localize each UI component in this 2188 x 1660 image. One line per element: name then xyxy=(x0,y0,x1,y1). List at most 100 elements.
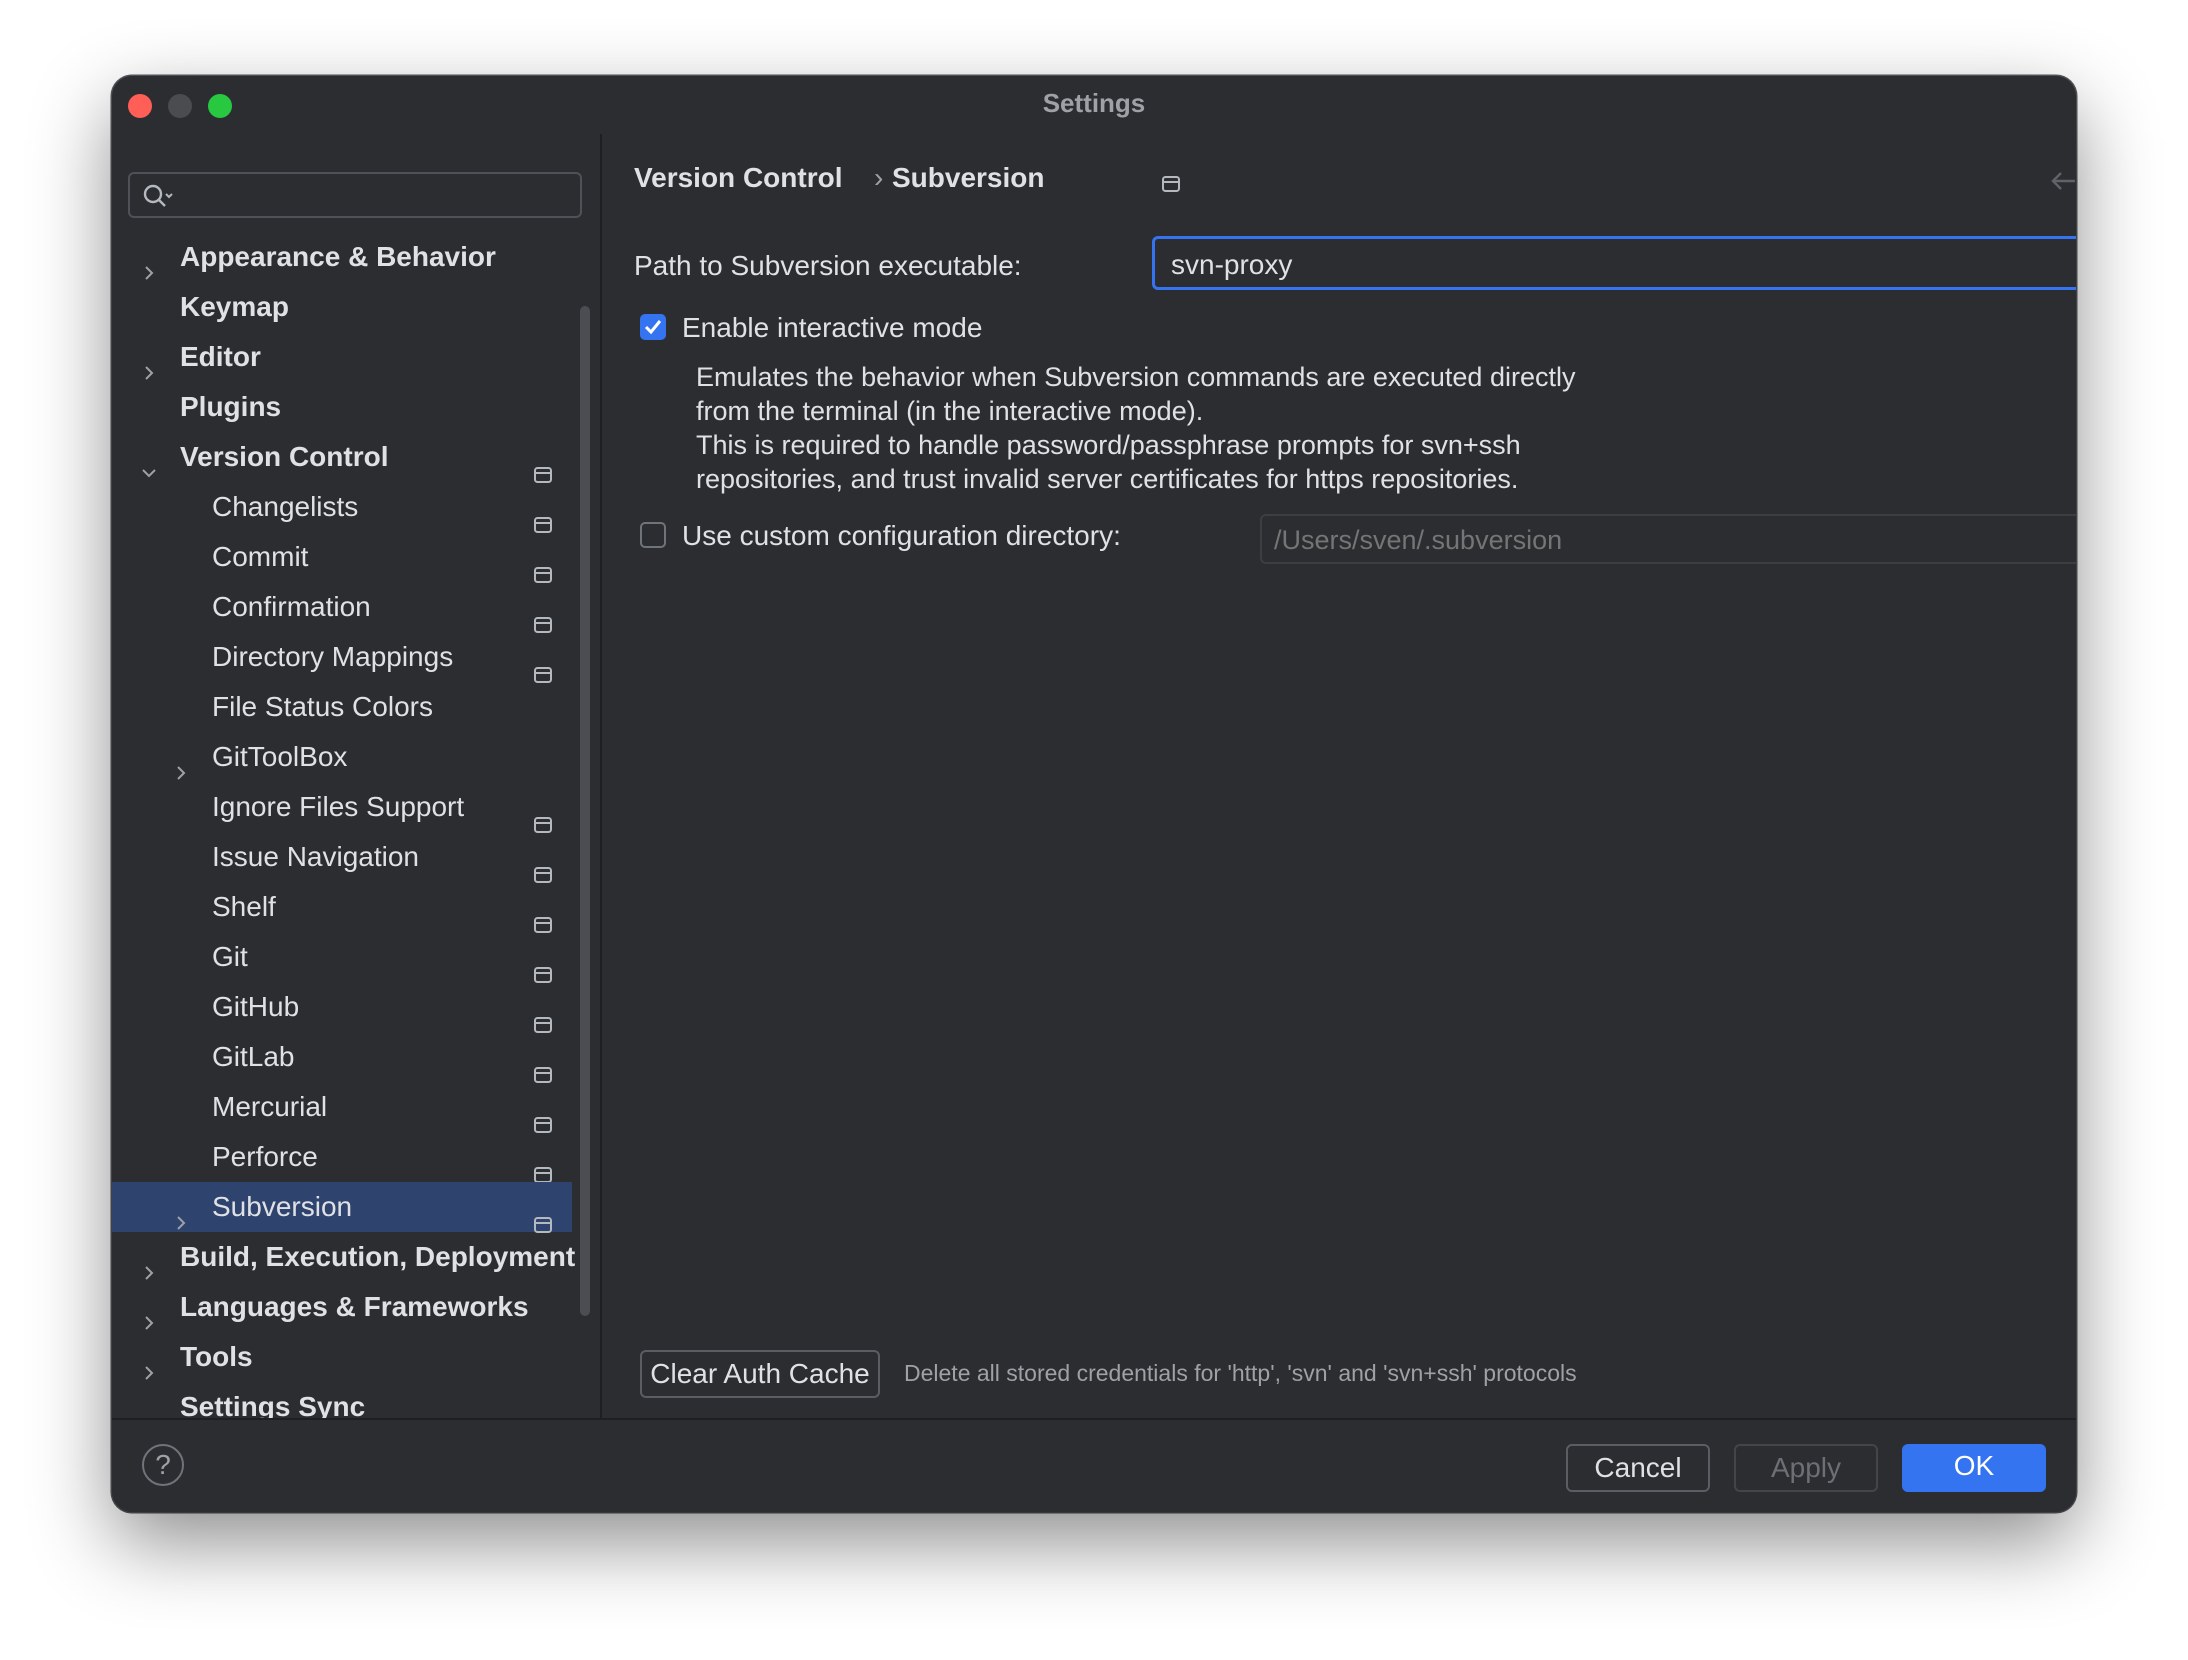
sidebar-item-mercurial[interactable]: Mercurial xyxy=(112,1082,572,1133)
apply-button[interactable]: Apply xyxy=(1734,1444,1878,1492)
config-dir-field[interactable] xyxy=(1260,514,2076,564)
sidebar-item-build-execution-deployment[interactable]: Build, Execution, Deployment xyxy=(112,1232,576,1282)
project-level-icon xyxy=(534,949,552,983)
help-button[interactable]: ? xyxy=(142,1444,184,1486)
sidebar-item-languages-frameworks[interactable]: Languages & Frameworks xyxy=(112,1282,572,1332)
sidebar-item-label: GitToolBox xyxy=(212,741,348,772)
sidebar-item-label: Issue Navigation xyxy=(212,841,420,872)
title-bar: Settings xyxy=(112,76,2076,134)
settings-tree: Appearance & Behavior Keymap Editor Plugins… xyxy=(112,232,576,1432)
dialog-footer: ? Cancel Apply OK xyxy=(112,1418,2076,1512)
sidebar-item-label: Shelf xyxy=(212,891,276,922)
clear-auth-cache-hint: Delete all stored credentials for 'http'… xyxy=(904,1360,1577,1386)
sidebar-item-label: Perforce xyxy=(212,1141,318,1172)
window-title: Settings xyxy=(1042,88,1146,118)
description-line: Emulates the behavior when Subversion co… xyxy=(696,362,1576,392)
sidebar-item-label: File Status Colors xyxy=(212,691,433,722)
config-dir-input[interactable] xyxy=(1272,520,2076,560)
sidebar-scrollbar[interactable] xyxy=(580,306,590,1316)
chevron-right-icon[interactable] xyxy=(172,748,190,780)
sidebar-item-label: Confirmation xyxy=(212,591,371,622)
sidebar-item-label: Build, Execution, Deployment xyxy=(180,1241,576,1272)
sidebar-item-label: Plugins xyxy=(180,391,282,422)
sidebar-item-tools[interactable]: Tools xyxy=(112,1332,572,1382)
sidebar-item-label: GitHub xyxy=(212,991,300,1022)
sidebar-item-label: Tools xyxy=(180,1341,253,1372)
sidebar-item-issue-navigation[interactable]: Issue Navigation xyxy=(112,832,572,883)
sidebar-item-label: Changelists xyxy=(212,491,359,522)
chevron-right-icon[interactable] xyxy=(140,348,158,380)
breadcrumb-subversion: Subversion xyxy=(892,162,1045,193)
project-level-icon xyxy=(534,1049,552,1083)
sidebar-item-file-status-colors[interactable]: File Status Colors xyxy=(112,682,572,732)
description-line: repositories, and trust invalid server c… xyxy=(696,464,1519,494)
project-level-icon xyxy=(534,599,552,633)
settings-search[interactable] xyxy=(128,172,582,218)
project-level-icon xyxy=(1162,176,1180,197)
chevron-right-icon[interactable] xyxy=(140,1298,158,1330)
custom-config-dir-label[interactable]: Use custom configuration directory: xyxy=(682,520,1121,552)
svn-path-field[interactable] xyxy=(1152,236,2076,290)
sidebar-item-label: Directory Mappings xyxy=(212,641,454,672)
chevron-down-icon[interactable] xyxy=(140,448,158,478)
chevron-right-icon[interactable] xyxy=(172,1198,190,1230)
sidebar-item-label: Ignore Files Support xyxy=(212,791,465,822)
sidebar-item-gittoolbox[interactable]: GitToolBox xyxy=(112,732,572,782)
sidebar-item-label: Commit xyxy=(212,541,309,572)
sidebar-item-label: Mercurial xyxy=(212,1091,328,1122)
project-level-icon xyxy=(534,849,552,883)
clear-auth-cache-button[interactable]: Clear Auth Cache xyxy=(640,1350,880,1398)
sidebar-item-ignore-files-support[interactable]: Ignore Files Support xyxy=(112,782,572,833)
sidebar-item-version-control[interactable]: Version Control xyxy=(112,432,572,483)
sidebar-item-label: Git xyxy=(212,941,248,972)
chevron-right-icon[interactable] xyxy=(140,1348,158,1380)
chevron-right-icon[interactable] xyxy=(140,248,158,280)
sidebar-item-directory-mappings[interactable]: Directory Mappings xyxy=(112,632,572,683)
sidebar-item-perforce[interactable]: Perforce xyxy=(112,1132,572,1183)
sidebar-item-gitlab[interactable]: GitLab xyxy=(112,1032,572,1083)
sidebar-item-label: Subversion xyxy=(212,1191,353,1222)
sidebar-item-appearance-behavior[interactable]: Appearance & Behavior xyxy=(112,232,572,282)
project-level-icon xyxy=(534,999,552,1033)
project-level-icon xyxy=(534,1149,552,1183)
sidebar-item-editor[interactable]: Editor xyxy=(112,332,572,382)
project-level-icon xyxy=(534,899,552,933)
ok-button[interactable]: OK xyxy=(1902,1444,2046,1492)
sidebar-item-plugins[interactable]: Plugins xyxy=(112,382,572,432)
breadcrumb-separator: › xyxy=(874,162,884,193)
project-level-icon xyxy=(534,449,552,483)
sidebar-item-keymap[interactable]: Keymap xyxy=(112,282,572,332)
sidebar-item-label: Editor xyxy=(180,341,261,372)
settings-dialog: Settings Appearance & Behavior Keymap Edit… xyxy=(112,76,2076,1512)
breadcrumb-version-control[interactable]: Version Control xyxy=(634,162,842,194)
sidebar-item-confirmation[interactable]: Confirmation xyxy=(112,582,572,633)
sidebar-item-label: Languages & Frameworks xyxy=(180,1291,529,1322)
description-line: This is required to handle password/pass… xyxy=(696,430,1521,460)
search-input[interactable] xyxy=(182,178,566,214)
sidebar-item-git[interactable]: Git xyxy=(112,932,572,983)
sidebar-item-github[interactable]: GitHub xyxy=(112,982,572,1033)
sidebar-item-subversion[interactable]: Subversion xyxy=(112,1182,572,1233)
svn-path-input[interactable] xyxy=(1169,245,2073,285)
chevron-right-icon[interactable] xyxy=(140,1248,158,1280)
interactive-mode-checkbox[interactable] xyxy=(640,314,666,340)
search-icon xyxy=(142,183,176,214)
sidebar-item-commit[interactable]: Commit xyxy=(112,532,572,583)
sidebar-item-label: Keymap xyxy=(180,291,289,322)
sidebar-item-changelists[interactable]: Changelists xyxy=(112,482,572,533)
sidebar-item-label: Version Control xyxy=(180,441,389,472)
settings-sidebar: Appearance & Behavior Keymap Editor Plugins… xyxy=(112,134,602,1422)
interactive-mode-description: Emulates the behavior when Subversion co… xyxy=(696,360,1796,496)
back-arrow-icon[interactable] xyxy=(2050,170,2076,197)
custom-config-dir-checkbox[interactable] xyxy=(640,522,666,548)
sidebar-item-shelf[interactable]: Shelf xyxy=(112,882,572,933)
subversion-settings-panel: Version Control › Subversion Path to Sub… xyxy=(602,134,2076,1418)
sidebar-item-label: Appearance & Behavior xyxy=(180,241,496,272)
project-level-icon xyxy=(534,1099,552,1133)
interactive-mode-label[interactable]: Enable interactive mode xyxy=(682,312,982,344)
project-level-icon xyxy=(534,499,552,533)
project-level-icon xyxy=(534,649,552,683)
sidebar-item-label: GitLab xyxy=(212,1041,295,1072)
project-level-icon xyxy=(534,549,552,583)
cancel-button[interactable]: Cancel xyxy=(1566,1444,1710,1492)
